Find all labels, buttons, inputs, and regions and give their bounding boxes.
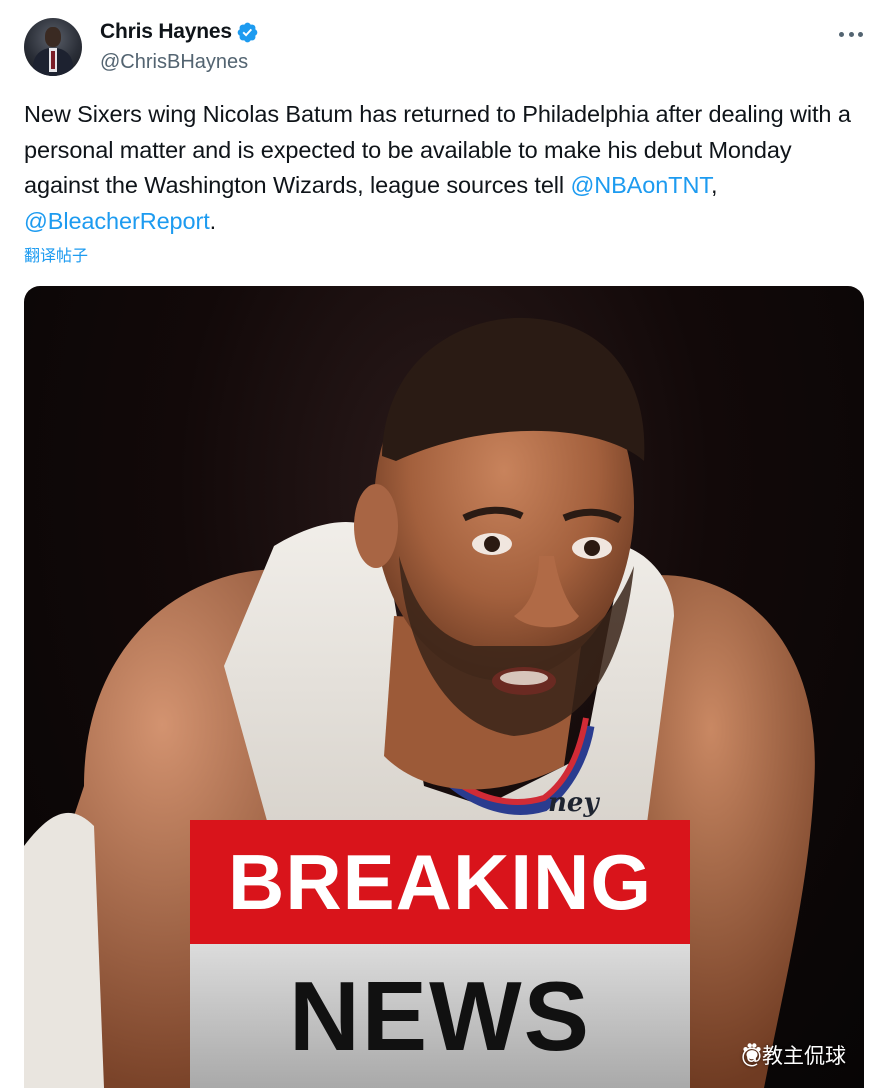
paw-icon: [743, 1043, 761, 1060]
mention-nbaontnt[interactable]: @NBAonTNT: [570, 172, 711, 198]
translate-post-link[interactable]: 翻译帖子: [24, 242, 88, 266]
display-name[interactable]: Chris Haynes: [100, 20, 232, 44]
tweet-body: New Sixers wing Nicolas Batum has return…: [24, 101, 851, 198]
news-label: NEWS: [289, 960, 591, 1071]
user-handle[interactable]: @ChrisBHaynes: [100, 51, 248, 74]
watermark: @教主侃球: [741, 1040, 846, 1070]
tweet-card: Chris Haynes @ChrisBHaynes New Sixers wi…: [0, 0, 889, 1088]
mention-bleacherreport[interactable]: @BleacherReport: [24, 208, 210, 234]
more-options-icon[interactable]: [839, 26, 863, 42]
breaking-label: BREAKING: [227, 837, 652, 926]
breaking-banner: BREAKING: [190, 820, 690, 944]
tweet-text-end: .: [209, 207, 217, 234]
verified-badge-icon: [236, 21, 259, 44]
tweet-header: Chris Haynes @ChrisBHaynes: [24, 18, 869, 80]
tweet-text: New Sixers wing Nicolas Batum has return…: [24, 97, 869, 239]
news-banner: NEWS: [190, 944, 690, 1088]
author-name-row[interactable]: Chris Haynes: [100, 20, 259, 44]
tweet-media-image[interactable]: ney BREAKING NEWS @教主侃球: [24, 286, 864, 1088]
jersey-text: ney: [548, 788, 600, 818]
mention-separator: ,: [710, 172, 718, 198]
avatar[interactable]: [24, 18, 82, 76]
